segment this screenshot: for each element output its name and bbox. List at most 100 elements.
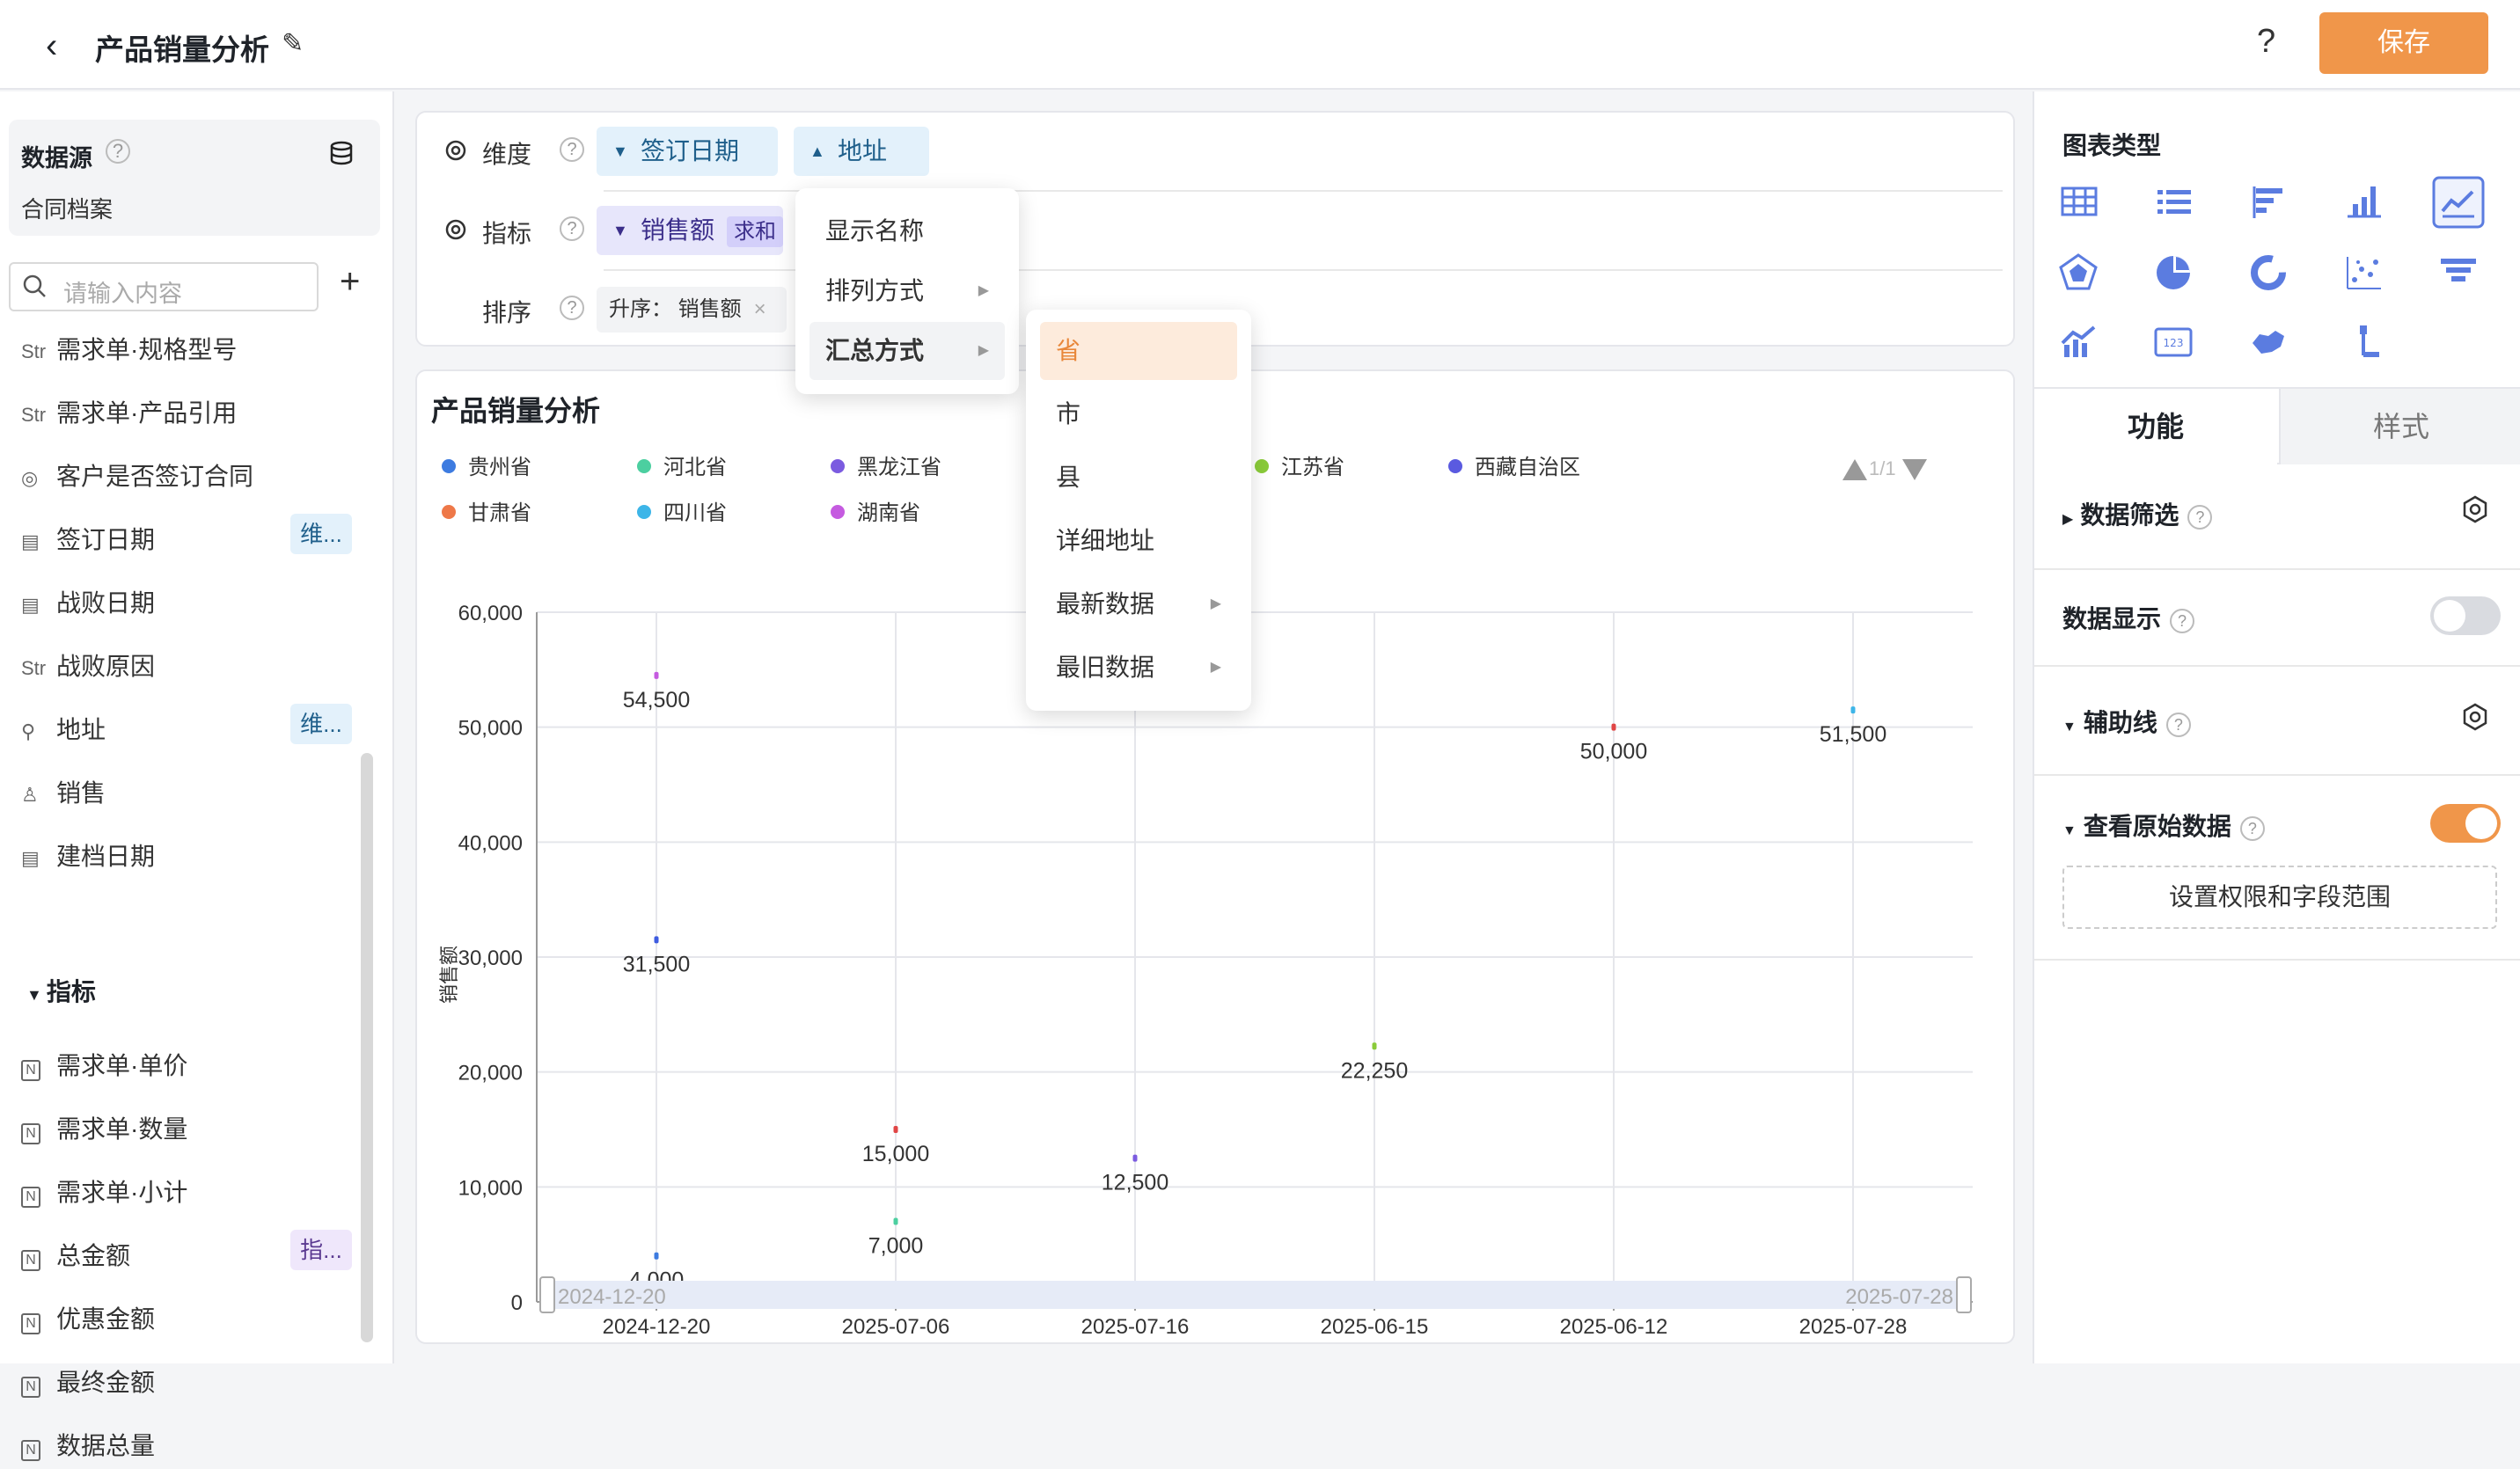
legend-label[interactable]: 甘肃省: [468, 501, 531, 525]
help-icon[interactable]: ?: [2239, 815, 2265, 841]
legend-prev-icon[interactable]: [1842, 459, 1867, 480]
field-item[interactable]: Str 需求单·规格型号: [21, 331, 237, 373]
zoom-slider-track[interactable]: [540, 1281, 1971, 1309]
help-icon[interactable]: ?: [2170, 608, 2195, 633]
metric-pill-sales[interactable]: ▼ 销售额 求和: [597, 206, 784, 255]
legend-label[interactable]: 江苏省: [1281, 456, 1344, 479]
menu-item-latest-data[interactable]: 最新数据 ▶: [1040, 575, 1237, 633]
help-icon[interactable]: ?: [2257, 23, 2275, 61]
help-icon[interactable]: ?: [2165, 712, 2191, 737]
menu-item-city[interactable]: 市: [1040, 385, 1237, 443]
chart-type-radar-icon[interactable]: [2052, 246, 2105, 299]
settings-icon[interactable]: [2460, 494, 2490, 529]
zoom-slider-handle-right[interactable]: [1956, 1276, 1972, 1313]
help-icon[interactable]: ?: [560, 296, 584, 320]
settings-icon[interactable]: [2460, 702, 2490, 736]
chart-type-table-icon[interactable]: [2052, 176, 2105, 229]
legend-marker[interactable]: [1255, 459, 1269, 473]
chart-type-scatter-icon[interactable]: [2337, 246, 2390, 299]
dimension-pill-date[interactable]: ▼ 签订日期: [597, 127, 778, 176]
field-search-input[interactable]: 请输入内容: [9, 262, 319, 311]
field-item[interactable]: ▤ 战败日期: [21, 584, 155, 626]
legend-label[interactable]: 贵州省: [468, 456, 531, 479]
scatter-point[interactable]: [654, 671, 659, 679]
scatter-point[interactable]: [1372, 1042, 1377, 1050]
legend-label[interactable]: 四川省: [663, 501, 727, 525]
raw-data-row[interactable]: ▼ 查看原始数据?: [2062, 808, 2265, 843]
scatter-point[interactable]: [1132, 1154, 1138, 1162]
auxiliary-line-row[interactable]: ▼ 辅助线?: [2062, 704, 2191, 739]
legend-label[interactable]: 黑龙江省: [857, 456, 941, 479]
tab-style[interactable]: 样式: [2279, 389, 2520, 464]
close-icon[interactable]: ×: [754, 297, 766, 321]
chart-type-tree-icon[interactable]: [2337, 317, 2390, 369]
scatter-point[interactable]: [1850, 706, 1856, 714]
field-item[interactable]: ◎ 客户是否签订合同: [21, 457, 253, 500]
legend-marker[interactable]: [637, 459, 651, 473]
datasource-name[interactable]: 合同档案: [21, 192, 113, 224]
chart-type-line-icon[interactable]: [2432, 176, 2485, 229]
menu-item-display-name[interactable]: 显示名称: [809, 202, 1005, 260]
menu-item-aggregation[interactable]: 汇总方式 ▶: [809, 322, 1005, 380]
save-button[interactable]: 保存: [2319, 12, 2488, 74]
metric-item[interactable]: N 需求单·小计: [21, 1173, 187, 1216]
data-filter-row[interactable]: ▶ 数据筛选?: [2062, 496, 2213, 531]
metric-item[interactable]: N 优惠金额: [21, 1300, 155, 1342]
add-field-icon[interactable]: +: [340, 262, 360, 302]
chart-type-pie-icon[interactable]: [2147, 246, 2200, 299]
back-icon[interactable]: ‹: [46, 26, 57, 66]
chart-type-bar-horizontal-icon[interactable]: [2242, 176, 2295, 229]
legend-marker[interactable]: [442, 505, 456, 519]
chart-type-donut-icon[interactable]: [2242, 246, 2295, 299]
field-item[interactable]: ⚲ 地址 维...: [21, 704, 352, 753]
scatter-point[interactable]: [893, 1217, 898, 1225]
database-icon[interactable]: [327, 139, 355, 173]
data-display-toggle[interactable]: [2430, 596, 2501, 635]
legend-marker[interactable]: [831, 459, 845, 473]
legend-label[interactable]: 湖南省: [857, 501, 920, 525]
legend-marker[interactable]: [831, 505, 845, 519]
field-item[interactable]: ▤ 建档日期: [21, 837, 155, 880]
metric-item[interactable]: N 总金额 指...: [21, 1230, 352, 1279]
sort-pill[interactable]: 升序： 销售额 ×: [597, 287, 787, 333]
metric-item[interactable]: N 最终金额: [21, 1363, 155, 1406]
chart-type-bar-vertical-icon[interactable]: [2337, 176, 2390, 229]
scatter-point[interactable]: [1611, 723, 1616, 731]
set-permission-button[interactable]: 设置权限和字段范围: [2062, 866, 2497, 929]
legend-marker[interactable]: [1448, 459, 1462, 473]
edit-icon[interactable]: ✎: [282, 28, 304, 59]
field-item[interactable]: ▤ 签订日期 维...: [21, 514, 352, 563]
help-icon[interactable]: ?: [560, 137, 584, 162]
tab-function[interactable]: 功能: [2034, 389, 2277, 464]
metric-item[interactable]: N 数据总量: [21, 1427, 155, 1469]
menu-item-county[interactable]: 县: [1040, 449, 1237, 507]
help-icon[interactable]: ?: [560, 216, 584, 241]
help-icon[interactable]: ?: [2187, 504, 2213, 530]
menu-item-detail-address[interactable]: 详细地址: [1040, 512, 1237, 570]
chart-type-list-icon[interactable]: [2147, 176, 2200, 229]
menu-item-oldest-data[interactable]: 最旧数据 ▶: [1040, 639, 1237, 697]
metric-settings-icon[interactable]: [443, 217, 482, 248]
dimension-settings-icon[interactable]: [443, 138, 482, 169]
scatter-point[interactable]: [893, 1126, 898, 1133]
scrollbar[interactable]: [361, 753, 373, 1342]
zoom-slider-handle-left[interactable]: [539, 1276, 555, 1313]
legend-next-icon[interactable]: [1902, 459, 1927, 480]
legend-label[interactable]: 河北省: [663, 456, 727, 479]
dimension-pill-address[interactable]: ▲ 地址: [794, 127, 929, 176]
chart-type-kpi-icon[interactable]: 123: [2147, 317, 2200, 369]
legend-marker[interactable]: [637, 505, 651, 519]
legend-marker[interactable]: [442, 459, 456, 473]
menu-item-province[interactable]: 省: [1040, 322, 1237, 380]
metric-group-header[interactable]: ▼ 指标: [26, 973, 96, 1008]
chart-type-map-icon[interactable]: [2242, 317, 2295, 369]
metric-item[interactable]: N 需求单·单价: [21, 1047, 187, 1089]
raw-data-toggle[interactable]: [2430, 804, 2501, 843]
field-item[interactable]: ♙ 销售: [21, 774, 106, 816]
field-item[interactable]: Str 需求单·产品引用: [21, 394, 237, 436]
chart-type-combo-icon[interactable]: [2052, 317, 2105, 369]
legend-label[interactable]: 西藏自治区: [1475, 456, 1580, 479]
metric-item[interactable]: N 需求单·数量: [21, 1110, 187, 1152]
chart-type-funnel-icon[interactable]: [2432, 246, 2485, 299]
field-item[interactable]: Str 战败原因: [21, 647, 155, 690]
